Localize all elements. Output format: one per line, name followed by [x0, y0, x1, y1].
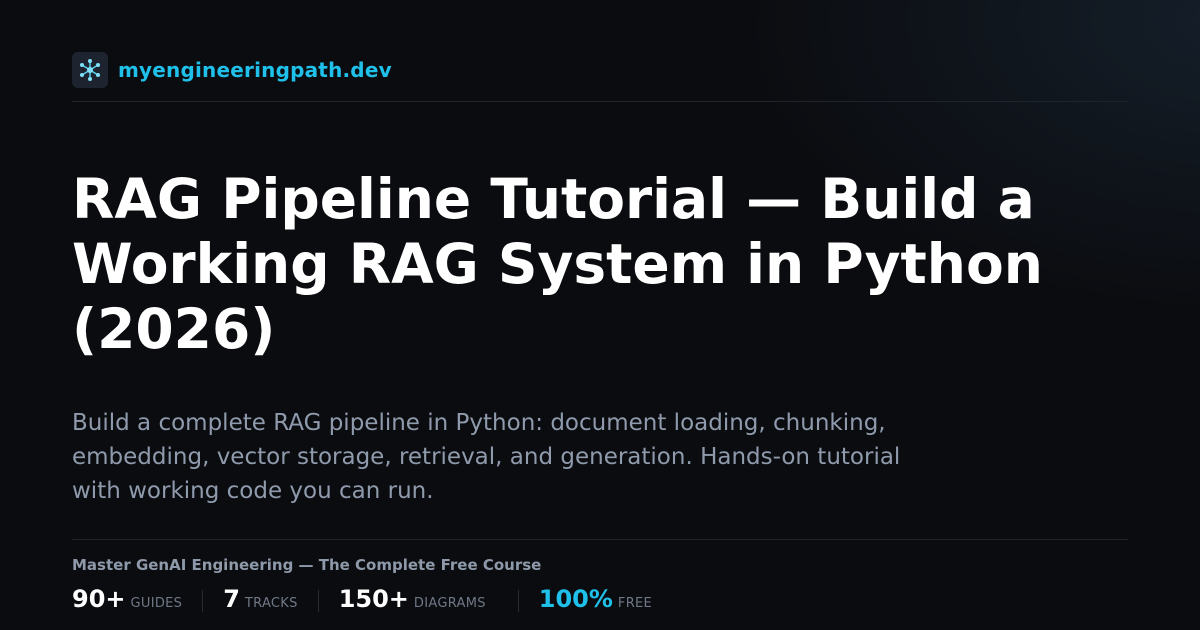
page-title: RAG Pipeline Tutorial — Build a Working …	[72, 167, 1043, 361]
header-divider	[72, 101, 1128, 102]
stat-guides: 90+ GUIDES	[72, 585, 182, 613]
stat-separator	[317, 590, 319, 612]
stat-value: 90+	[72, 585, 126, 613]
stat-label: TRACKS	[244, 596, 298, 611]
stat-tracks: 7 TRACKS	[223, 585, 297, 613]
stat-value: 150+	[338, 585, 409, 613]
stat-separator	[202, 590, 204, 612]
stats-row: 90+ GUIDES 7 TRACKS 150+ DIAGRAMS 100% F…	[72, 585, 652, 617]
page-description: Build a complete RAG pipeline in Python:…	[72, 410, 901, 504]
course-title: Master GenAI Engineering — The Complete …	[72, 556, 542, 574]
site-header: myengineeringpath.dev	[72, 52, 1128, 88]
stat-value: 100%	[538, 585, 613, 613]
stat-free: 100% FREE	[539, 585, 652, 613]
stat-separator	[517, 590, 519, 612]
stat-value: 7	[223, 585, 240, 613]
site-name[interactable]: myengineeringpath.dev	[118, 58, 392, 82]
stat-label: DIAGRAMS	[413, 596, 486, 611]
network-nodes-icon	[72, 52, 108, 88]
stat-label: GUIDES	[130, 596, 183, 611]
og-card: myengineeringpath.dev RAG Pipeline Tutor…	[0, 0, 1200, 630]
footer-divider	[72, 539, 1128, 540]
stat-label: FREE	[617, 596, 653, 611]
stat-diagrams: 150+ DIAGRAMS	[339, 585, 486, 613]
